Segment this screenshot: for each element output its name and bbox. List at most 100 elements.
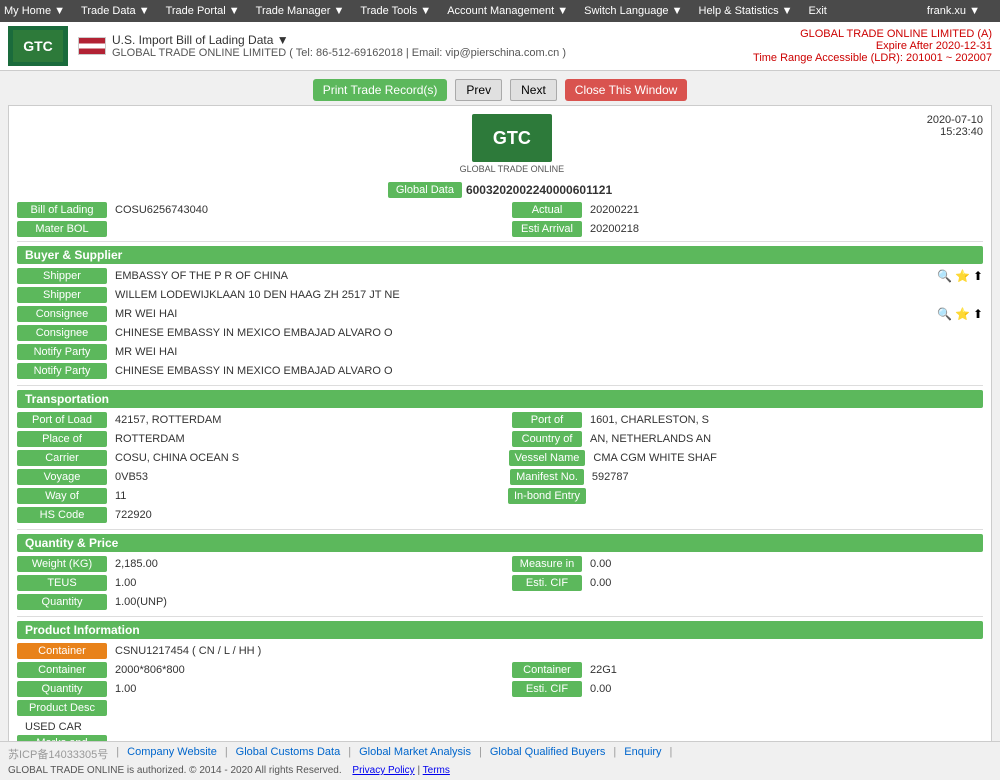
place-of-value: ROTTERDAM <box>111 431 508 447</box>
consignee-value-2: CHINESE EMBASSY IN MEXICO EMBAJAD ALVARO… <box>111 325 983 341</box>
quantity-value: 1.00(UNP) <box>111 594 983 610</box>
doc-datetime: 2020-07-10 15:23:40 <box>927 114 983 138</box>
product-info-header: Product Information <box>17 621 983 639</box>
esti-cif-value-2: 0.00 <box>586 681 983 697</box>
teus-label: TEUS <box>17 575 107 591</box>
weight-row: Weight (KG) 2,185.00 Measure in 0.00 <box>17 556 983 572</box>
esti-cif-label-2: Esti. CIF <box>512 681 582 697</box>
container-size-value: 2000*806*800 <box>111 662 508 678</box>
star-icon-2[interactable]: ⭐ <box>955 307 970 321</box>
nav-switch-language[interactable]: Switch Language ▼ <box>584 5 682 17</box>
footer-qualified-buyers[interactable]: Global Qualified Buyers <box>490 746 606 762</box>
next-button-top[interactable]: Next <box>510 79 557 101</box>
footer-privacy-policy[interactable]: Privacy Policy <box>352 765 414 776</box>
footer-terms[interactable]: Terms <box>423 765 450 776</box>
footer-links: 苏ICP备14033305号 | Company Website | Globa… <box>8 746 992 762</box>
carrier-value: COSU, CHINA OCEAN S <box>111 450 505 466</box>
shipper-value-2: WILLEM LODEWIJKLAAN 10 DEN HAAG ZH 2517 … <box>111 287 983 303</box>
actual-label: Actual <box>512 202 582 218</box>
prev-button-top[interactable]: Prev <box>455 79 502 101</box>
shipper-row-1: Shipper EMBASSY OF THE P R OF CHINA 🔍 ⭐ … <box>17 268 983 284</box>
consignee-label-2: Consignee <box>17 325 107 341</box>
search-icon[interactable]: 🔍 <box>937 269 952 283</box>
bol-value: COSU6256743040 <box>111 202 508 218</box>
header-bar: GTC U.S. Import Bill of Lading Data ▼ GL… <box>0 22 1000 71</box>
sub-line3: Time Range Accessible (LDR): 201001 ~ 20… <box>753 52 992 64</box>
transportation-header: Transportation <box>17 390 983 408</box>
footer-sep-1: | <box>225 746 228 762</box>
esti-arrival-label: Esti Arrival <box>512 221 582 237</box>
hs-code-label: HS Code <box>17 507 107 523</box>
nav-exit[interactable]: Exit <box>809 5 827 17</box>
port-of-value: 1601, CHARLESTON, S <box>586 412 983 428</box>
weight-kg-value: 2,185.00 <box>111 556 508 572</box>
footer-customs-data[interactable]: Global Customs Data <box>236 746 341 762</box>
main-content: Print Trade Record(s) Prev Next Close Th… <box>0 71 1000 741</box>
sub-line1: GLOBAL TRADE ONLINE LIMITED (A) <box>753 28 992 40</box>
doc-time-value: 15:23:40 <box>927 126 983 138</box>
vessel-name-label: Vessel Name <box>509 450 586 466</box>
notify-party-row-1: Notify Party MR WEI HAI <box>17 344 983 360</box>
consignee-row-2: Consignee CHINESE EMBASSY IN MEXICO EMBA… <box>17 325 983 341</box>
carrier-row: Carrier COSU, CHINA OCEAN S Vessel Name … <box>17 450 983 466</box>
subscription-info: GLOBAL TRADE ONLINE LIMITED (A) Expire A… <box>753 28 992 64</box>
star-icon[interactable]: ⭐ <box>955 269 970 283</box>
sub-line2: Expire After 2020-12-31 <box>753 40 992 52</box>
way-of-row: Way of 11 In-bond Entry <box>17 488 983 504</box>
global-data-row: Global Data 600320200224000060112​1 <box>17 182 983 198</box>
bol-label: Bill of Lading <box>17 202 107 218</box>
nav-trade-tools[interactable]: Trade Tools ▼ <box>360 5 431 17</box>
nav-trade-portal[interactable]: Trade Portal ▼ <box>166 5 240 17</box>
carrier-label: Carrier <box>17 450 107 466</box>
mater-bol-label: Mater BOL <box>17 221 107 237</box>
place-row: Place of ROTTERDAM Country of AN, NETHER… <box>17 431 983 447</box>
up-icon-2[interactable]: ⬆ <box>973 307 983 321</box>
user-menu[interactable]: frank.xu ▼ <box>927 5 980 17</box>
quantity-row: Quantity 1.00(UNP) <box>17 594 983 610</box>
print-button-top[interactable]: Print Trade Record(s) <box>313 79 448 101</box>
product-info-section: Product Information Container CSNU121745… <box>17 621 983 741</box>
buyer-supplier-section: Buyer & Supplier Shipper EMBASSY OF THE … <box>17 246 983 379</box>
transportation-section: Transportation Port of Load 42157, ROTTE… <box>17 390 983 523</box>
doc-logo: GTC GLOBAL TRADE ONLINE <box>460 114 565 174</box>
manifest-no-value: 592787 <box>588 469 983 485</box>
up-icon[interactable]: ⬆ <box>973 269 983 283</box>
consignee-label-1: Consignee <box>17 306 107 322</box>
footer-company-website[interactable]: Company Website <box>127 746 217 762</box>
way-of-label: Way of <box>17 488 107 504</box>
logo: GTC <box>8 26 68 66</box>
port-of-load-value: 42157, ROTTERDAM <box>111 412 508 428</box>
nav-help-statistics[interactable]: Help & Statistics ▼ <box>699 5 793 17</box>
footer-enquiry[interactable]: Enquiry <box>624 746 661 762</box>
container-size-row: Container 2000*806*800 Container 22G1 <box>17 662 983 678</box>
nav-account-management[interactable]: Account Management ▼ <box>447 5 568 17</box>
notify-party-value-1: MR WEI HAI <box>111 344 983 360</box>
weight-kg-label: Weight (KG) <box>17 556 107 572</box>
container-size-label: Container <box>17 662 107 678</box>
consignee-row-1: Consignee MR WEI HAI 🔍 ⭐ ⬆ <box>17 306 983 322</box>
container-qty-value: 1.00 <box>111 681 508 697</box>
product-desc-label: Product Desc <box>17 700 107 716</box>
footer: 苏ICP备14033305号 | Company Website | Globa… <box>0 741 1000 780</box>
close-button-top[interactable]: Close This Window <box>565 79 687 101</box>
doc-date-value: 2020-07-10 <box>927 114 983 126</box>
voyage-value: 0VB53 <box>111 469 506 485</box>
document-container: GTC GLOBAL TRADE ONLINE 2020-07-10 15:23… <box>8 105 992 741</box>
shipper-row-2: Shipper WILLEM LODEWIJKLAAN 10 DEN HAAG … <box>17 287 983 303</box>
nav-my-home[interactable]: My Home ▼ <box>4 5 65 17</box>
container-type-value: 22G1 <box>586 662 983 678</box>
nav-trade-data[interactable]: Trade Data ▼ <box>81 5 150 17</box>
port-of-load-label: Port of Load <box>17 412 107 428</box>
search-icon-2[interactable]: 🔍 <box>937 307 952 321</box>
port-of-label: Port of <box>512 412 582 428</box>
nav-trade-manager[interactable]: Trade Manager ▼ <box>256 5 345 17</box>
notify-party-row-2: Notify Party CHINESE EMBASSY IN MEXICO E… <box>17 363 983 379</box>
in-bond-entry-label: In-bond Entry <box>508 488 586 504</box>
country-of-value: AN, NETHERLANDS AN <box>586 431 983 447</box>
doc-logo-subtitle: GLOBAL TRADE ONLINE <box>460 164 565 174</box>
footer-market-analysis[interactable]: Global Market Analysis <box>359 746 471 762</box>
container-orange-value: CSNU1217454 ( CN / L / HH ) <box>111 643 983 659</box>
marks-and-label: Marks and <box>17 735 107 741</box>
footer-sep-5: | <box>670 746 673 762</box>
country-of-label: Country of <box>512 431 582 447</box>
